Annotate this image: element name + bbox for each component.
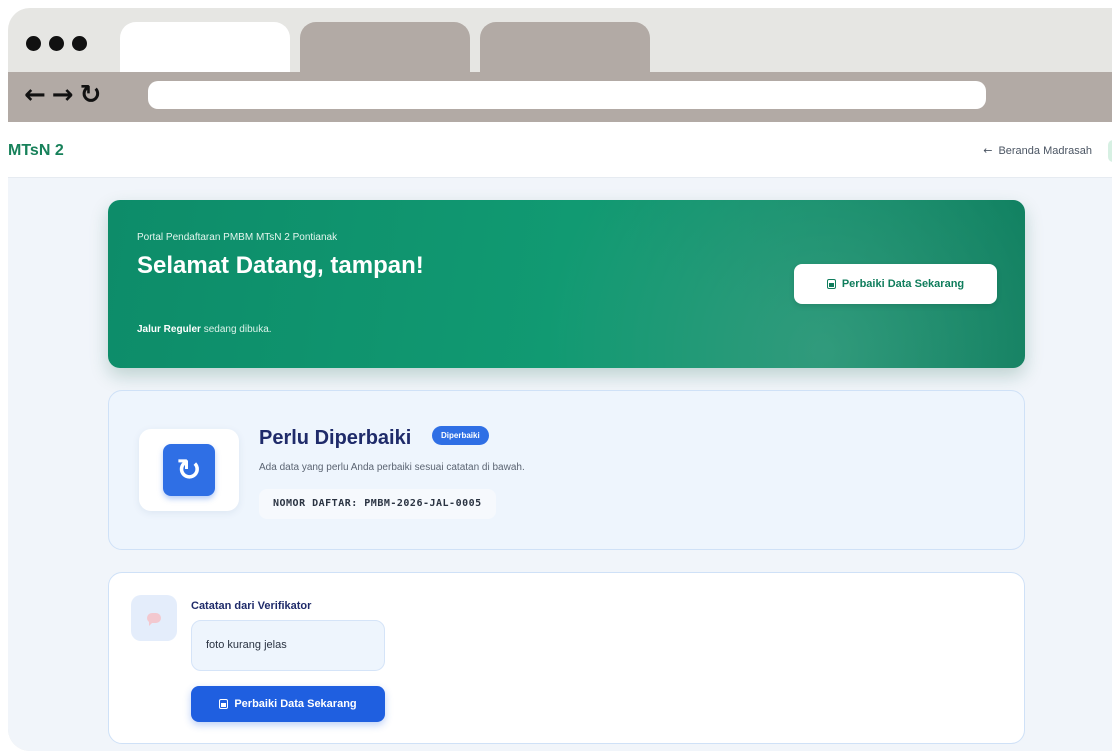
browser-tab-2[interactable] (300, 22, 470, 72)
welcome-banner: Portal Pendaftaran PMBM MTsN 2 Pontianak… (108, 200, 1025, 368)
status-title: Perlu Diperbaiki (259, 427, 412, 449)
refresh-icon: ↻ (163, 444, 215, 496)
banner-note: Jalur Reguler sedang dibuka. (137, 324, 272, 335)
registration-number: NOMOR DAFTAR: PMBM-2026-JAL-0005 (259, 489, 496, 519)
address-bar[interactable] (148, 81, 986, 109)
fix-data-button[interactable]: Perbaiki Data Sekarang (794, 264, 997, 304)
verifier-notes-card: Catatan dari Verifikator foto kurang jel… (108, 572, 1025, 744)
page-viewport: MTsN 2 ← Beranda Madrasah Portal Pendafta… (8, 122, 1112, 751)
banner-title: Selamat Datang, tampan! (137, 252, 424, 279)
reload-icon[interactable]: ↻ (80, 80, 102, 110)
banner-note-text: sedang dibuka. (200, 324, 272, 335)
banner-note-highlight: Jalur Reguler (137, 324, 201, 335)
banner-subtitle: Portal Pendaftaran PMBM MTsN 2 Pontianak (137, 232, 338, 243)
document-icon (219, 699, 229, 709)
site-brand[interactable]: MTsN 2 (8, 142, 64, 160)
status-icon-box: ↻ (139, 429, 239, 511)
verifier-note: foto kurang jelas (191, 620, 385, 671)
browser-window: ← → ↻ MTsN 2 ← Beranda Madrasah Portal Pe… (8, 8, 1112, 751)
browser-tab-active[interactable] (120, 22, 290, 72)
minimize-window-dot[interactable] (49, 36, 64, 51)
browser-toolbar: ← → ↻ (8, 72, 1112, 122)
close-window-dot[interactable] (26, 36, 41, 51)
arrow-left-icon: ← (983, 144, 993, 157)
window-controls (26, 36, 87, 51)
status-description: Ada data yang perlu Anda perbaiki sesuai… (259, 462, 525, 473)
browser-tab-3[interactable] (480, 22, 650, 72)
arrow-left-icon[interactable]: ← (24, 80, 46, 110)
nav-buttons: ← → ↻ (24, 80, 101, 110)
fix-data-button-secondary-label: Perbaiki Data Sekarang (234, 698, 357, 710)
status-badge: Diperbaiki (432, 426, 489, 445)
home-link-label: Beranda Madrasah (998, 145, 1092, 157)
document-icon (826, 279, 836, 289)
header-action-pill[interactable] (1108, 140, 1112, 162)
notes-title: Catatan dari Verifikator (191, 600, 312, 612)
fix-data-button-secondary[interactable]: Perbaiki Data Sekarang (191, 686, 385, 722)
notes-icon-box (131, 595, 177, 641)
home-link[interactable]: ← Beranda Madrasah (983, 144, 1092, 157)
arrow-right-icon[interactable]: → (52, 80, 74, 110)
tab-strip (8, 8, 1112, 72)
fix-data-button-label: Perbaiki Data Sekarang (841, 278, 965, 290)
status-card: ↻ Perlu Diperbaiki Diperbaiki Ada data y… (108, 390, 1025, 550)
chat-bubble-icon (147, 613, 161, 626)
site-header: MTsN 2 ← Beranda Madrasah (8, 122, 1112, 178)
maximize-window-dot[interactable] (72, 36, 87, 51)
